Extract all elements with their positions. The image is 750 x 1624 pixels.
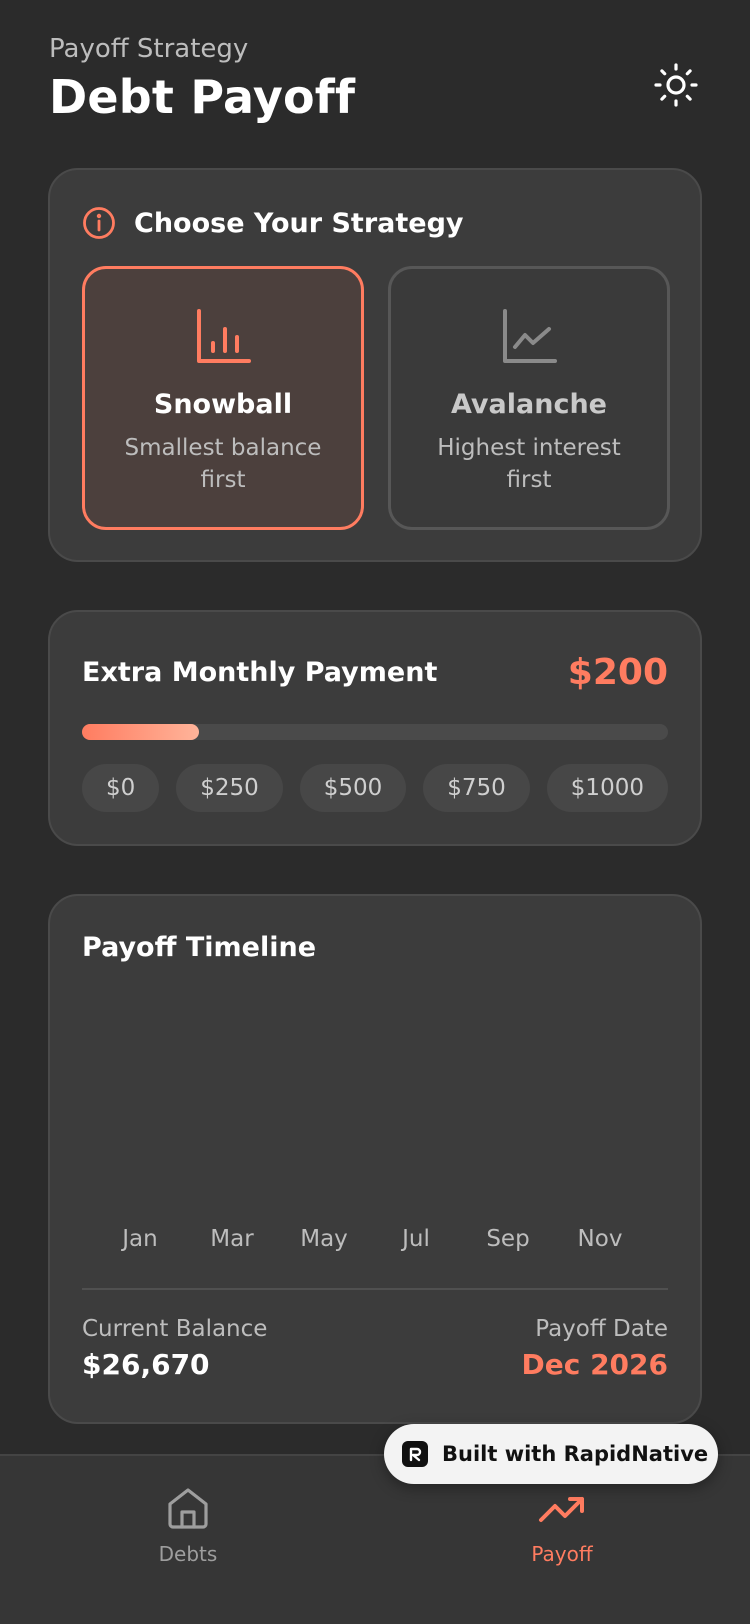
strategy-option-snowball[interactable]: Snowball Smallest balance first bbox=[82, 266, 364, 530]
strategy-option-name: Avalanche bbox=[451, 389, 607, 420]
extra-payment-slider[interactable] bbox=[82, 724, 668, 740]
preset-button-250[interactable]: $250 bbox=[176, 764, 283, 812]
current-balance-label: Current Balance bbox=[82, 1316, 268, 1342]
extra-payment-card: Extra Monthly Payment $200 $0 $250 $500 … bbox=[48, 610, 702, 846]
extra-payment-value: $200 bbox=[567, 652, 668, 693]
nav-label-debts: Debts bbox=[158, 1542, 218, 1566]
extra-payment-header: Extra Monthly Payment $200 bbox=[82, 652, 668, 693]
home-icon bbox=[168, 1488, 208, 1529]
strategy-card: Choose Your Strategy Snowball Smallest b… bbox=[48, 168, 702, 562]
month-label: Sep bbox=[486, 1226, 530, 1252]
sun-icon bbox=[654, 63, 698, 107]
preset-button-0[interactable]: $0 bbox=[82, 764, 160, 812]
strategy-title: Choose Your Strategy bbox=[134, 207, 464, 239]
timeline-title: Payoff Timeline bbox=[82, 932, 317, 963]
month-label: Mar bbox=[210, 1226, 254, 1252]
preset-amounts: $0 $250 $500 $750 $1000 bbox=[82, 764, 668, 812]
line-chart-icon bbox=[503, 309, 557, 363]
built-with-badge[interactable]: Built with RapidNative bbox=[384, 1424, 718, 1484]
month-label: May bbox=[300, 1226, 348, 1252]
page-subtitle: Payoff Strategy bbox=[49, 34, 249, 64]
nav-item-payoff[interactable]: Payoff bbox=[482, 1486, 642, 1566]
strategy-option-name: Snowball bbox=[153, 389, 293, 420]
month-label: Jan bbox=[122, 1226, 158, 1252]
extra-payment-label: Extra Monthly Payment bbox=[82, 657, 438, 688]
bar-chart-icon bbox=[197, 309, 251, 363]
info-icon bbox=[83, 207, 115, 239]
strategy-option-description: Highest interest first bbox=[437, 435, 621, 493]
strategy-options: Snowball Smallest balance first Avalanch… bbox=[82, 266, 670, 530]
month-label: Jul bbox=[402, 1226, 430, 1252]
timeline-card: Payoff Timeline Jan Mar May Jul Sep Nov … bbox=[48, 894, 702, 1424]
payoff-date-label: Payoff Date bbox=[535, 1316, 668, 1342]
preset-button-500[interactable]: $500 bbox=[299, 764, 407, 812]
current-balance-block: Current Balance $26,670 bbox=[82, 1316, 267, 1381]
payoff-date-block: Payoff Date Dec 2026 bbox=[521, 1316, 668, 1381]
preset-button-1000[interactable]: $1000 bbox=[546, 764, 668, 812]
timeline-divider bbox=[82, 1288, 668, 1290]
current-balance-value: $26,670 bbox=[82, 1348, 210, 1381]
timeline-card-header: Payoff Timeline bbox=[82, 932, 316, 963]
theme-toggle-button[interactable] bbox=[651, 60, 701, 110]
strategy-card-header: Choose Your Strategy bbox=[82, 206, 464, 240]
header: Payoff Strategy Debt Payoff bbox=[49, 34, 701, 134]
slider-fill bbox=[82, 724, 200, 740]
badge-text: Built with RapidNative bbox=[442, 1442, 709, 1466]
timeline-summary: Current Balance $26,670 Payoff Date Dec … bbox=[82, 1316, 668, 1381]
strategy-option-description: Smallest balance first bbox=[124, 435, 322, 493]
month-label: Nov bbox=[577, 1226, 623, 1252]
page-title: Debt Payoff bbox=[49, 70, 356, 124]
nav-item-debts[interactable]: Debts bbox=[108, 1486, 268, 1566]
nav-label-payoff: Payoff bbox=[531, 1542, 593, 1566]
payoff-screen: Payoff Strategy Debt Payoff Choose Your … bbox=[0, 0, 750, 1624]
strategy-option-avalanche[interactable]: Avalanche Highest interest first bbox=[388, 266, 670, 530]
preset-button-750[interactable]: $750 bbox=[423, 764, 530, 812]
rapidnative-logo-icon bbox=[402, 1441, 428, 1467]
timeline-month-axis: Jan Mar May Jul Sep Nov bbox=[82, 1226, 668, 1266]
trending-up-icon bbox=[539, 1497, 584, 1522]
payoff-date-value: Dec 2026 bbox=[521, 1348, 668, 1381]
